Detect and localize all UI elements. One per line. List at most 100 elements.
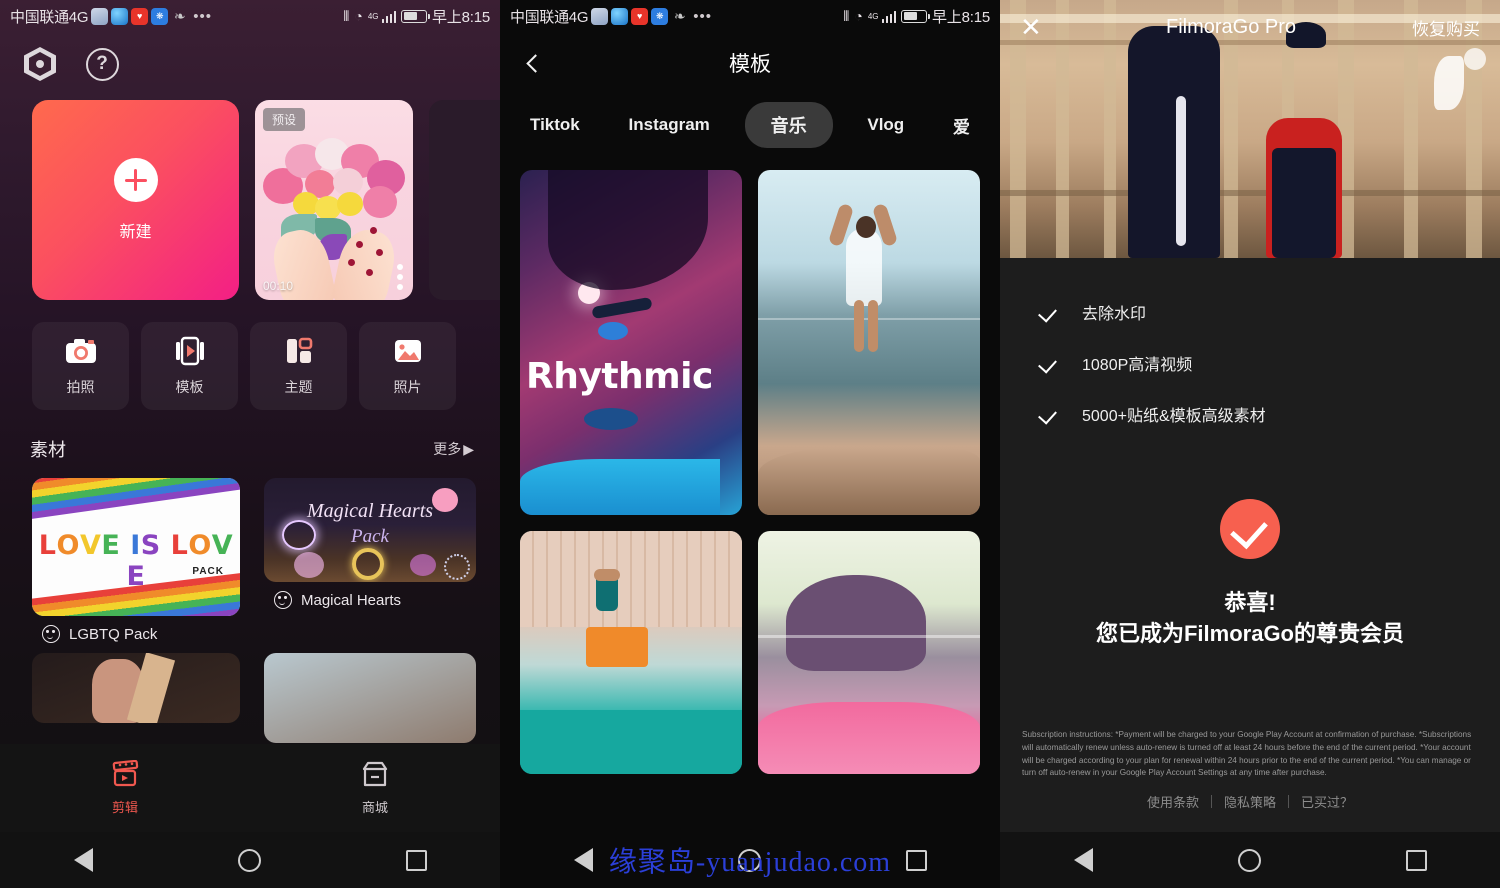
wifi-icon: ◔ xyxy=(354,9,362,23)
tab-music[interactable]: 音乐 xyxy=(745,102,833,148)
recents-nav-button[interactable] xyxy=(900,843,934,877)
three-panel-screenshot: 中国联通4G ♥ ❋ ❧ ••• ⦀ ◔ 4G 早上8:15 ? xyxy=(0,0,1500,888)
vibrate-icon: ⦀ xyxy=(343,9,349,23)
check-icon xyxy=(1038,404,1058,424)
caret-right-icon: ▶ xyxy=(463,441,474,458)
material-cell[interactable]: LOVE IS LOVE PACK LGBTQ Pack xyxy=(32,478,240,643)
more-vertical-icon[interactable] xyxy=(397,264,404,291)
lgbtq-pack-thumbnail: LOVE IS LOVE PACK xyxy=(32,478,240,616)
project-cards-row: 新建 预设 xyxy=(0,82,500,300)
quick-action-photo[interactable]: 照片 xyxy=(359,322,456,410)
quick-action-label: 照片 xyxy=(394,377,422,397)
android-nav-bar xyxy=(1000,832,1500,888)
back-nav-button[interactable] xyxy=(1066,843,1100,877)
tab-love[interactable]: 爱 xyxy=(939,103,984,148)
recents-nav-button[interactable] xyxy=(1400,843,1434,877)
template-card[interactable] xyxy=(758,170,980,515)
home-nav-button[interactable] xyxy=(1233,843,1267,877)
recents-nav-button[interactable] xyxy=(400,843,434,877)
category-tabs: Tiktok Instagram 音乐 Vlog 爱 xyxy=(500,94,1000,148)
sticker-icon xyxy=(274,591,292,609)
template-card[interactable] xyxy=(758,531,980,774)
status-bar-left: 中国联通4G ♥ ❋ ❧ ••• xyxy=(10,6,212,27)
template-card[interactable]: Rhythmic xyxy=(520,170,742,515)
network-type-label: 4G xyxy=(868,12,879,21)
home-toolbar: ? xyxy=(0,32,500,82)
back-nav-button[interactable] xyxy=(66,843,100,877)
store-icon xyxy=(359,760,391,790)
close-icon[interactable]: ✕ xyxy=(1020,14,1050,40)
theme-icon xyxy=(282,336,316,366)
plus-icon xyxy=(114,158,158,202)
tab-edit[interactable]: 剪辑 xyxy=(0,760,250,816)
tab-tiktok[interactable]: Tiktok xyxy=(516,105,594,145)
quick-action-label: 拍照 xyxy=(67,377,95,397)
lgbtq-art-title: LOVE IS LOVE xyxy=(32,530,240,592)
quick-action-theme[interactable]: 主题 xyxy=(250,322,347,410)
chevron-left-icon[interactable] xyxy=(518,46,552,80)
material-cell-partial[interactable] xyxy=(264,653,476,743)
footer-links: 使用条款 隐私策略 已买过？ xyxy=(1000,792,1500,811)
material-cell[interactable]: Magical Hearts Pack Magical Hearts xyxy=(264,478,476,643)
back-nav-button[interactable] xyxy=(566,843,600,877)
tab-instagram[interactable]: Instagram xyxy=(615,105,724,145)
question-help-icon[interactable]: ? xyxy=(84,46,120,82)
template-card[interactable] xyxy=(520,531,742,774)
success-message: 恭喜! 您已成为FilmoraGo的尊贵会员 xyxy=(1000,587,1500,649)
battery-icon xyxy=(401,10,427,23)
material-cell-partial[interactable] xyxy=(32,653,240,723)
quick-action-label: 主题 xyxy=(285,377,313,397)
lgbtq-pack-tag: PACK xyxy=(192,566,224,577)
quick-action-template[interactable]: 模板 xyxy=(141,322,238,410)
hexagon-settings-icon[interactable] xyxy=(22,46,58,82)
wechat-icon: ❧ xyxy=(171,8,188,25)
home-nav-button[interactable] xyxy=(233,843,267,877)
android-nav-bar xyxy=(500,832,1000,888)
material-name: Magical Hearts xyxy=(301,592,401,609)
new-project-card[interactable]: 新建 xyxy=(32,100,239,300)
materials-grid: LOVE IS LOVE PACK LGBTQ Pack xyxy=(0,462,500,743)
tab-label: 剪辑 xyxy=(112,797,138,816)
tab-store[interactable]: 商城 xyxy=(250,760,500,816)
template-icon xyxy=(173,336,207,366)
heart-icon: ♥ xyxy=(131,8,148,25)
page-title: 模板 xyxy=(729,48,771,78)
clock-label: 早上8:15 xyxy=(432,6,490,27)
hearts-art-subtitle: Pack xyxy=(264,526,476,548)
more-materials-button[interactable]: 更多 ▶ xyxy=(433,439,474,459)
new-project-label: 新建 xyxy=(119,218,151,242)
heart-icon: ♥ xyxy=(631,8,648,25)
sticker-icon xyxy=(42,625,60,643)
home-nav-button[interactable] xyxy=(733,843,767,877)
quick-action-label: 模板 xyxy=(176,377,204,397)
restore-purchase-button[interactable]: 恢复购买 xyxy=(1412,15,1480,40)
success-line-2: 您已成为FilmoraGo的尊贵会员 xyxy=(1000,618,1500,649)
preset-project-card[interactable]: 预设 xyxy=(255,100,413,300)
status-bar: 中国联通4G ♥ ❋ ❧ ••• ⦀ ◔ 4G 早上8:15 xyxy=(500,0,1000,32)
promo-video[interactable]: ✕ FilmoraGo Pro 恢复购买 xyxy=(1000,0,1500,258)
globe-icon xyxy=(611,8,628,25)
clapperboard-icon xyxy=(109,760,141,790)
clock-label: 早上8:15 xyxy=(932,6,990,27)
signal-icon xyxy=(382,10,397,23)
panel-home: 中国联通4G ♥ ❋ ❧ ••• ⦀ ◔ 4G 早上8:15 ? xyxy=(0,0,500,888)
pro-title: FilmoraGo Pro xyxy=(1050,16,1412,39)
hearts-art-title: Magical Hearts xyxy=(264,500,476,523)
status-bar: 中国联通4G ♥ ❋ ❧ ••• ⦀ ◔ 4G 早上8:15 xyxy=(0,0,500,32)
subscription-legal-text: Subscription instructions: *Payment will… xyxy=(1022,729,1478,780)
already-purchased-link[interactable]: 已买过？ xyxy=(1289,792,1365,811)
tab-vlog[interactable]: Vlog xyxy=(853,105,918,145)
panel-pro-subscription: ✕ FilmoraGo Pro 恢复购买 去除水印 1080P高清视频 5000… xyxy=(1000,0,1500,888)
material-label-row: Magical Hearts xyxy=(264,582,476,609)
terms-link[interactable]: 使用条款 xyxy=(1135,792,1211,811)
quick-actions-row: 拍照 模板 主题 照片 xyxy=(0,300,500,410)
overflow-dots-icon: ••• xyxy=(693,8,712,25)
quick-action-camera[interactable]: 拍照 xyxy=(32,322,129,410)
bluetooth-icon: ❋ xyxy=(651,8,668,25)
magical-hearts-thumbnail: Magical Hearts Pack xyxy=(264,478,476,582)
tab-label: 商城 xyxy=(362,797,388,816)
network-type-label: 4G xyxy=(368,12,379,21)
project-card-partial[interactable] xyxy=(429,100,500,300)
privacy-link[interactable]: 隐私策略 xyxy=(1212,792,1288,811)
status-bar-left: 中国联通4G ♥ ❋ ❧ ••• xyxy=(510,6,712,27)
